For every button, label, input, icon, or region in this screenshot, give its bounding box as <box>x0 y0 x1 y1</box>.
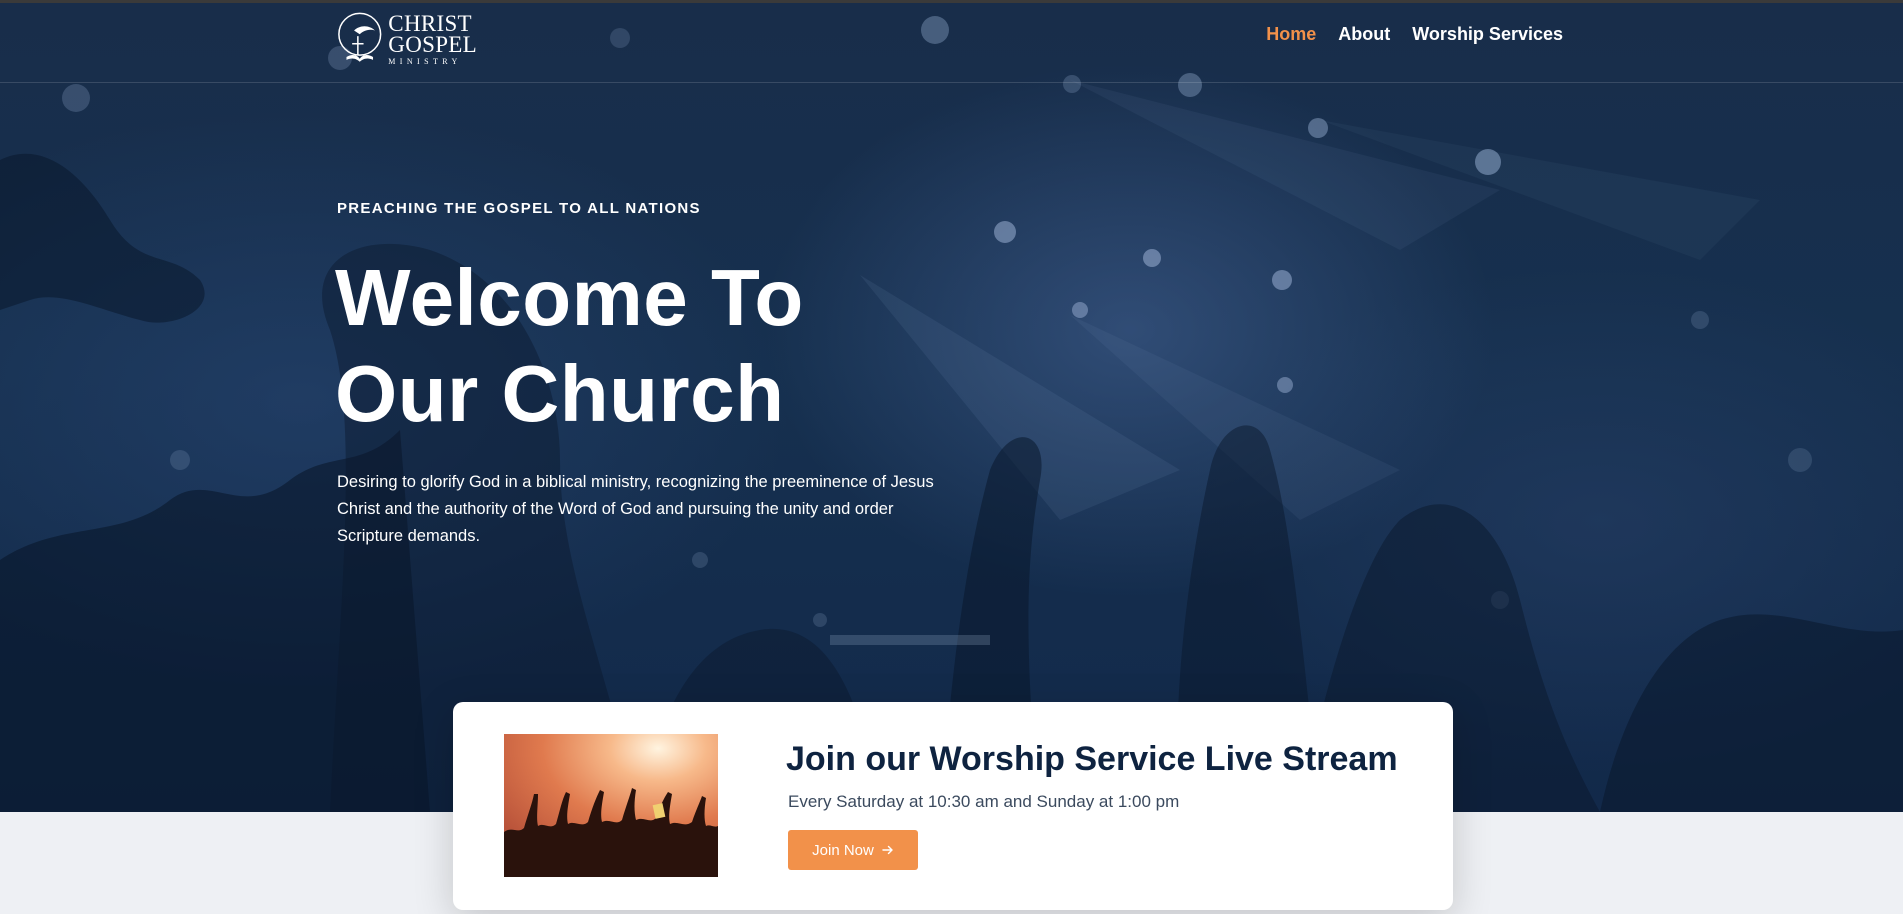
nav-item-worship-services[interactable]: Worship Services <box>1412 24 1563 45</box>
logo-wordmark: CHRIST GOSPEL MINISTRY <box>388 12 477 66</box>
concert-crowd-image <box>504 734 718 877</box>
concert-crowd-illustration <box>504 734 718 877</box>
livestream-card: Join our Worship Service Live Stream Eve… <box>453 702 1453 910</box>
hero-description: Desiring to glorify God in a biblical mi… <box>337 473 934 545</box>
site-logo[interactable]: CHRIST GOSPEL MINISTRY <box>337 6 477 72</box>
arrow-right-icon <box>882 845 893 855</box>
logo-line-3: MINISTRY <box>388 57 462 66</box>
logo-line-2: GOSPEL <box>388 32 477 57</box>
livestream-title: Join our Worship Service Live Stream <box>786 740 1398 778</box>
dove-cross-book-icon <box>338 12 382 62</box>
hero-eyebrow: PREACHING THE GOSPEL TO ALL NATIONS <box>337 200 701 217</box>
main-navigation: Home About Worship Services <box>1266 24 1563 45</box>
join-now-label: Join Now <box>812 841 874 859</box>
join-now-button[interactable]: Join Now <box>788 830 918 870</box>
hero-section: CHRIST GOSPEL MINISTRY Home About Worshi… <box>0 0 1903 812</box>
nav-item-about[interactable]: About <box>1338 24 1390 45</box>
hero-title-line-1: Welcome To <box>335 253 804 342</box>
livestream-schedule: Every Saturday at 10:30 am and Sunday at… <box>788 792 1180 811</box>
hero-title: Welcome To Our Church <box>335 250 804 442</box>
browser-top-strip <box>0 0 1903 3</box>
hero-background-image <box>0 16 1903 812</box>
site-header: CHRIST GOSPEL MINISTRY Home About Worshi… <box>0 0 1903 83</box>
nav-item-home[interactable]: Home <box>1266 24 1316 45</box>
hero-title-line-2: Our Church <box>335 349 785 438</box>
